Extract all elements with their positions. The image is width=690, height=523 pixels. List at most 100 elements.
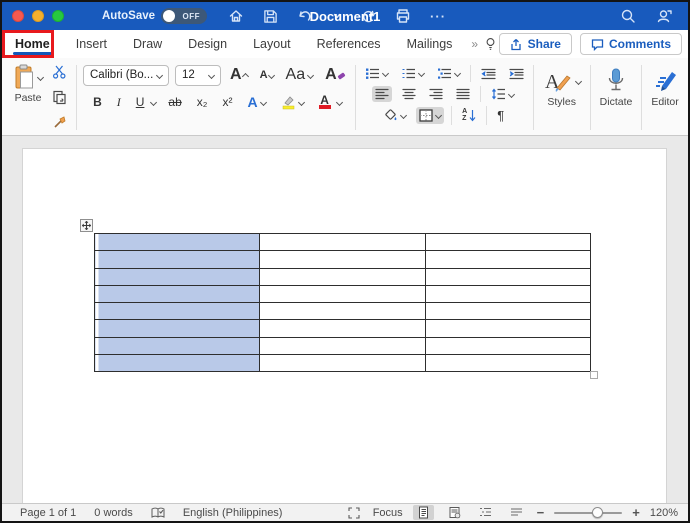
clear-formatting-button[interactable]: A <box>322 64 349 86</box>
tab-references[interactable]: References <box>304 30 394 58</box>
dictate-button[interactable]: Dictate <box>597 66 636 110</box>
strikethrough-button[interactable]: ab <box>165 93 184 111</box>
search-icon[interactable] <box>617 6 639 26</box>
print-icon[interactable] <box>392 6 414 26</box>
language-selector[interactable]: English (Philippines) <box>183 507 283 519</box>
table-cell[interactable] <box>93 232 261 252</box>
line-spacing-button[interactable] <box>488 86 517 102</box>
table-cell[interactable] <box>259 267 426 286</box>
account-person-icon[interactable] <box>653 6 676 26</box>
paste-button[interactable]: Paste <box>10 62 46 106</box>
bold-button[interactable]: B <box>90 93 105 111</box>
subscript-button[interactable]: x₂ <box>194 93 211 111</box>
sort-button[interactable]: A Z <box>459 107 479 124</box>
shading-button[interactable] <box>381 107 409 124</box>
minimize-button[interactable] <box>32 10 44 22</box>
table-cell[interactable] <box>259 301 426 321</box>
table-cell[interactable] <box>424 301 592 321</box>
document-page[interactable] <box>22 148 667 503</box>
copy-icon[interactable] <box>49 88 70 107</box>
web-layout-view-icon[interactable] <box>444 505 465 520</box>
font-name-combobox[interactable]: Calibri (Bo... <box>83 64 169 86</box>
format-painter-icon[interactable] <box>49 113 70 132</box>
close-button[interactable] <box>12 10 24 22</box>
table-cell[interactable] <box>424 336 592 355</box>
justify-button[interactable] <box>453 86 473 102</box>
font-color-chevron-icon[interactable] <box>335 98 343 106</box>
tab-home[interactable]: Home <box>2 30 63 58</box>
italic-button[interactable]: I <box>114 93 124 112</box>
table-cell[interactable] <box>93 284 261 304</box>
increase-indent-button[interactable] <box>506 66 527 82</box>
table-cell[interactable] <box>93 319 261 338</box>
table-cell[interactable] <box>424 232 592 252</box>
table-resize-handle[interactable] <box>590 371 598 379</box>
tab-overflow-chevron-icon[interactable]: » <box>471 37 478 51</box>
print-layout-view-icon[interactable] <box>412 505 434 520</box>
share-button[interactable]: Share <box>498 33 572 55</box>
bullets-button[interactable] <box>362 65 391 82</box>
table-cell[interactable] <box>93 301 261 321</box>
align-center-button[interactable] <box>399 86 419 102</box>
word-count[interactable]: 0 words <box>94 507 133 519</box>
table-cell[interactable] <box>259 250 426 269</box>
table-cell[interactable] <box>259 232 426 252</box>
tab-design[interactable]: Design <box>175 30 240 58</box>
save-icon[interactable] <box>260 7 281 26</box>
table-cell[interactable] <box>93 353 261 373</box>
tab-layout[interactable]: Layout <box>240 30 304 58</box>
focus-label[interactable]: Focus <box>373 507 403 519</box>
outline-view-icon[interactable] <box>475 506 496 519</box>
more-commands-icon[interactable]: ··· <box>427 7 449 26</box>
comments-button[interactable]: Comments <box>579 33 682 55</box>
highlight-button[interactable] <box>278 93 307 112</box>
show-paragraph-marks-button[interactable]: ¶ <box>494 106 507 125</box>
zoom-out-button[interactable]: − <box>537 505 545 520</box>
table-cell[interactable] <box>424 267 592 286</box>
table-cell[interactable] <box>259 319 426 338</box>
table-cell[interactable] <box>424 284 592 304</box>
styles-button[interactable]: A Styles <box>540 66 584 110</box>
table-cell[interactable] <box>424 319 592 338</box>
table-cell[interactable] <box>259 336 426 355</box>
document-table[interactable] <box>93 232 592 373</box>
table-move-handle[interactable] <box>80 219 93 232</box>
zoom-in-button[interactable]: + <box>632 505 640 520</box>
maximize-button[interactable] <box>52 10 64 22</box>
decrease-indent-button[interactable] <box>478 66 499 82</box>
focus-expand-icon[interactable] <box>345 505 363 521</box>
font-size-combobox[interactable]: 12 <box>175 64 221 86</box>
table-cell[interactable] <box>259 353 426 373</box>
table-cell[interactable] <box>424 353 592 373</box>
page-count[interactable]: Page 1 of 1 <box>20 507 76 519</box>
table-cell[interactable] <box>93 336 261 355</box>
table-cell[interactable] <box>424 250 592 269</box>
tab-mailings[interactable]: Mailings <box>394 30 466 58</box>
borders-button[interactable] <box>416 107 445 124</box>
underline-chevron-icon[interactable] <box>150 98 158 106</box>
superscript-button[interactable]: x² <box>219 93 235 111</box>
draft-view-icon[interactable] <box>506 506 527 519</box>
table-cell[interactable] <box>93 250 261 269</box>
table-cell[interactable] <box>259 284 426 304</box>
text-effects-button[interactable]: A <box>244 92 268 112</box>
zoom-level[interactable]: 120% <box>650 507 678 519</box>
autosave-toggle[interactable]: OFF <box>161 8 208 24</box>
numbering-button[interactable] <box>398 65 427 82</box>
zoom-slider[interactable] <box>554 506 623 518</box>
shrink-font-button[interactable]: A <box>257 67 277 83</box>
home-nav-icon[interactable] <box>225 6 247 26</box>
font-color-button[interactable]: A <box>316 93 334 111</box>
editor-button[interactable]: Editor <box>648 66 681 110</box>
change-case-button[interactable]: Aa <box>283 64 317 86</box>
table-cell[interactable] <box>93 267 261 286</box>
align-left-button[interactable] <box>371 86 392 102</box>
spellcheck-icon[interactable] <box>151 507 165 519</box>
tab-draw[interactable]: Draw <box>120 30 175 58</box>
tab-insert[interactable]: Insert <box>63 30 120 58</box>
cut-icon[interactable] <box>49 63 70 81</box>
zoom-slider-thumb[interactable] <box>592 506 604 518</box>
underline-button[interactable]: U <box>133 93 148 111</box>
multilevel-list-button[interactable] <box>434 65 463 82</box>
grow-font-button[interactable]: A <box>227 64 251 86</box>
